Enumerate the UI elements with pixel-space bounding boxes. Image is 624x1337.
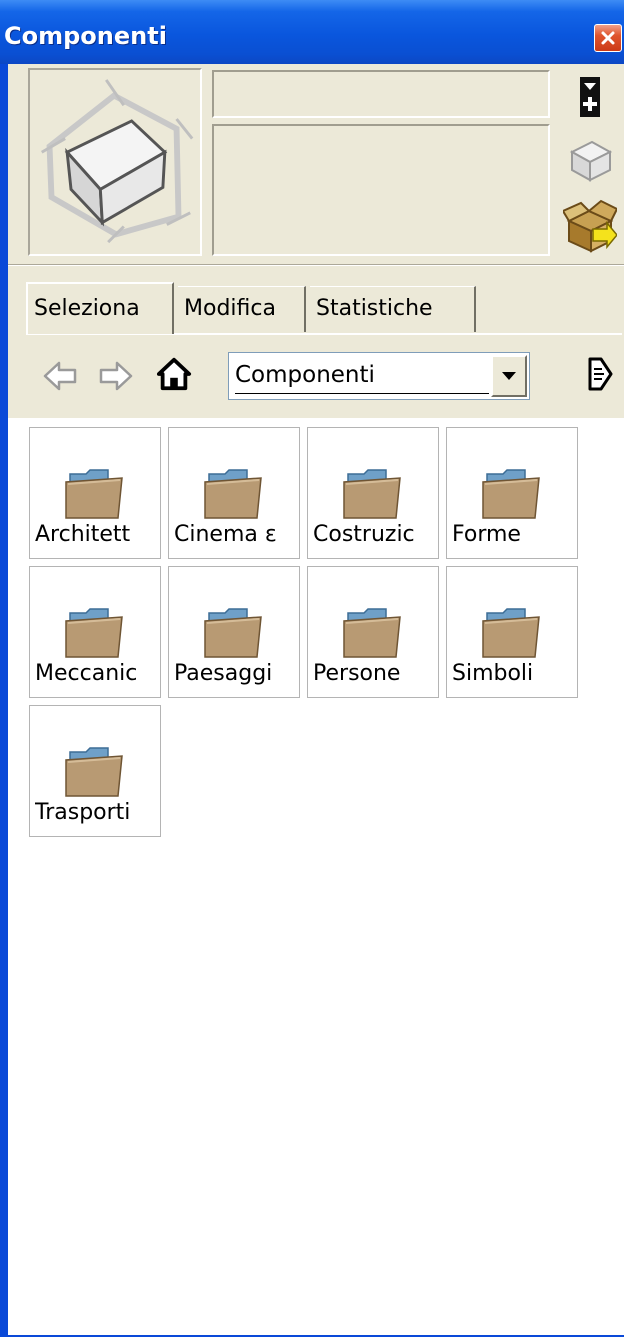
- folder-icon: [204, 608, 262, 658]
- component-cube-icon: [569, 140, 613, 182]
- tab-modifica[interactable]: Modifica: [178, 286, 306, 332]
- open-box-icon: [563, 199, 617, 253]
- folder-tile[interactable]: Simboli: [446, 566, 578, 698]
- tab-label: Seleziona: [34, 296, 140, 321]
- chevron-down-icon: [502, 372, 516, 380]
- folder-icon: [65, 747, 123, 797]
- component-preview: [28, 68, 202, 256]
- panel-separator: [8, 264, 624, 266]
- tab-statistiche[interactable]: Statistiche: [310, 286, 476, 332]
- open-components-button[interactable]: [562, 196, 618, 258]
- folder-tile[interactable]: Cinema ε: [168, 427, 300, 559]
- folder-label: Costruzic: [313, 522, 415, 547]
- details-arrow-icon: [588, 357, 613, 391]
- folder-icon: [482, 469, 540, 519]
- forward-button[interactable]: [98, 358, 134, 394]
- component-cube-preview-icon: [40, 79, 194, 244]
- folder-tile[interactable]: Paesaggi: [168, 566, 300, 698]
- folder-icon: [343, 608, 401, 658]
- folder-label: Architett: [35, 522, 131, 547]
- tab-label: Modifica: [184, 296, 276, 321]
- forward-arrow-icon: [99, 361, 133, 391]
- dropdown-button[interactable]: [491, 355, 527, 397]
- folder-label: Paesaggi: [174, 661, 273, 686]
- components-browser: Architett Cinema ε Costruzic Forme Mecca…: [8, 418, 624, 1335]
- tab-label: Statistiche: [316, 296, 433, 321]
- folder-tile[interactable]: Forme: [446, 427, 578, 559]
- location-underline: [235, 393, 489, 394]
- folder-icon: [65, 469, 123, 519]
- window-title: Componenti: [4, 22, 167, 50]
- folder-label: Cinema ε: [174, 522, 277, 547]
- folder-label: Simboli: [452, 661, 534, 686]
- location-value: Componenti: [235, 362, 375, 388]
- folder-label: Meccanic: [35, 661, 138, 686]
- folder-label: Forme: [452, 522, 521, 547]
- folder-label: Trasporti: [35, 800, 131, 825]
- tab-seleziona[interactable]: Seleziona: [26, 282, 174, 334]
- folder-icon: [482, 608, 540, 658]
- folder-label: Persone: [313, 661, 401, 686]
- expand-button[interactable]: [562, 72, 618, 122]
- back-button[interactable]: [42, 358, 78, 394]
- folder-tile[interactable]: Trasporti: [29, 705, 161, 837]
- close-icon: [601, 31, 615, 45]
- location-dropdown[interactable]: Componenti: [228, 352, 530, 400]
- component-name-field[interactable]: [212, 70, 550, 118]
- folder-tile[interactable]: Persone: [307, 566, 439, 698]
- folder-icon: [65, 608, 123, 658]
- components-window: Componenti Seleziona Modifica Statistich…: [0, 0, 624, 1337]
- home-button[interactable]: [156, 356, 192, 392]
- home-icon: [156, 357, 192, 391]
- title-bar[interactable]: Componenti: [0, 0, 624, 64]
- close-button[interactable]: [594, 24, 622, 52]
- back-arrow-icon: [43, 361, 77, 391]
- create-component-button[interactable]: [562, 132, 618, 188]
- expand-icon: [580, 77, 600, 117]
- folder-icon: [343, 469, 401, 519]
- folder-tile[interactable]: Meccanic: [29, 566, 161, 698]
- folder-tile[interactable]: Architett: [29, 427, 161, 559]
- folder-icon: [204, 469, 262, 519]
- folder-tile[interactable]: Costruzic: [307, 427, 439, 559]
- component-description-field[interactable]: [212, 124, 550, 256]
- details-button[interactable]: [580, 356, 620, 392]
